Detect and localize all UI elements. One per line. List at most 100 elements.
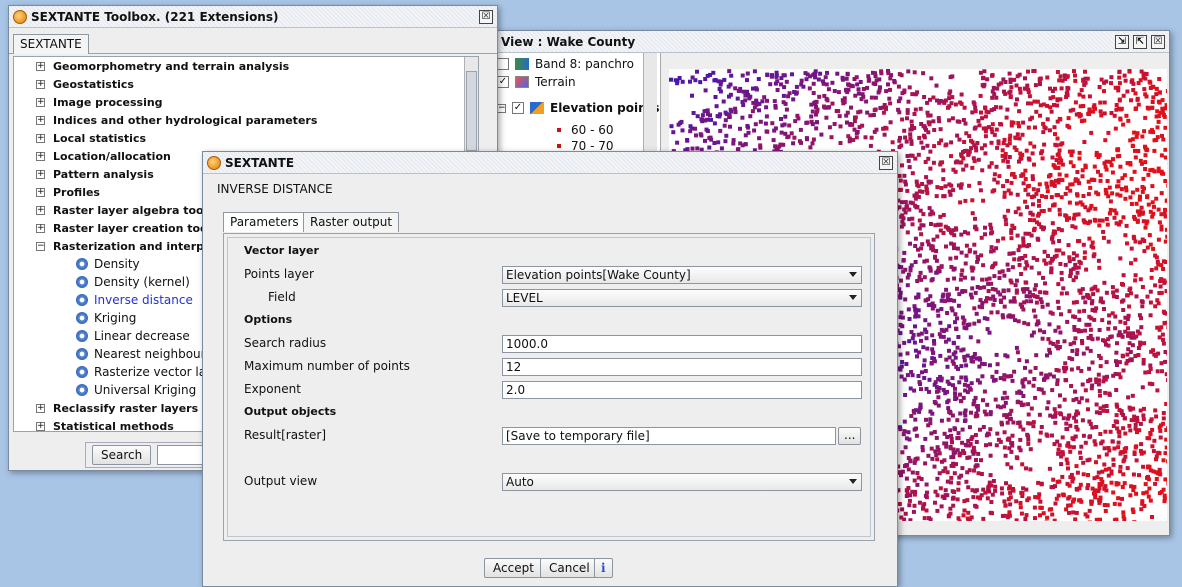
tab-raster-output[interactable]: Raster output — [303, 212, 400, 232]
elevation-point — [712, 141, 717, 145]
elevation-point — [1161, 458, 1166, 463]
plus-icon[interactable]: + — [36, 133, 45, 143]
layer-item-terrain[interactable]: ✓ Terrain — [497, 73, 576, 91]
elevation-point — [1114, 103, 1119, 107]
elevation-point — [745, 124, 750, 128]
elevation-point — [1107, 313, 1112, 318]
elevation-point — [709, 117, 713, 122]
browse-button[interactable]: ... — [838, 427, 862, 445]
elevation-point — [1162, 493, 1167, 498]
elevation-point — [771, 138, 776, 143]
layer-checkbox[interactable]: ✓ — [497, 76, 509, 88]
elevation-point — [1161, 411, 1166, 415]
layer-item-elevation-points[interactable]: − ✓ Elevation points — [497, 99, 660, 117]
elevation-point — [998, 376, 1003, 381]
plus-icon[interactable]: + — [36, 205, 45, 215]
points-layer-select[interactable]: Elevation points[Wake County] — [502, 266, 862, 284]
field-select[interactable]: LEVEL — [502, 289, 862, 307]
plus-icon[interactable]: + — [36, 223, 45, 233]
plus-icon[interactable]: + — [36, 115, 45, 125]
tree-group[interactable]: + Geomorphometry and terrain analysis — [14, 57, 478, 75]
elevation-point — [900, 360, 905, 364]
elevation-point — [907, 498, 912, 503]
tree-group[interactable]: + Image processing — [14, 93, 478, 111]
elevation-point — [1032, 377, 1037, 381]
elevation-point — [1043, 281, 1047, 286]
elevation-point — [1020, 132, 1025, 137]
elevation-point — [964, 243, 969, 248]
elevation-point — [1001, 141, 1006, 145]
elevation-point — [1140, 304, 1145, 309]
plus-icon[interactable]: + — [36, 79, 45, 89]
maximize-icon[interactable]: ⇱ — [1133, 34, 1147, 49]
cancel-button[interactable]: Cancel — [540, 558, 599, 578]
elevation-point — [703, 77, 708, 81]
plus-icon[interactable]: + — [36, 97, 45, 107]
elevation-point — [927, 265, 932, 270]
elevation-point — [922, 516, 927, 521]
minus-icon[interactable]: − — [36, 241, 45, 251]
layer-checkbox[interactable]: ✓ — [512, 102, 524, 114]
elevation-point — [969, 381, 974, 386]
elevation-point — [927, 377, 932, 382]
close-icon[interactable]: ☒ — [879, 155, 893, 170]
elevation-point — [931, 237, 936, 242]
elevation-point — [1002, 194, 1007, 199]
plus-icon[interactable]: + — [36, 151, 45, 161]
plus-icon[interactable]: + — [36, 169, 45, 179]
elevation-point — [1000, 491, 1005, 496]
elevation-point — [1157, 220, 1162, 225]
elevation-point — [1064, 75, 1069, 80]
info-button[interactable]: i — [594, 558, 613, 578]
close-icon[interactable]: ☒ — [1151, 34, 1165, 49]
tree-group[interactable]: + Geostatistics — [14, 75, 478, 93]
elevation-point — [909, 119, 914, 124]
elevation-point — [1024, 280, 1029, 285]
search-button[interactable]: Search — [92, 445, 152, 465]
scrollbar-thumb[interactable] — [466, 71, 477, 151]
elevation-point — [904, 463, 909, 468]
elevation-point — [978, 298, 983, 303]
layer-item-band8[interactable]: Band 8: panchro — [497, 55, 634, 73]
plus-icon[interactable]: + — [36, 187, 45, 197]
elevation-point — [1060, 474, 1065, 479]
toolbox-titlebar[interactable]: SEXTANTE Toolbox. (221 Extensions) ☒ — [9, 6, 497, 28]
tab-parameters[interactable]: Parameters — [223, 212, 306, 232]
elevation-point — [1085, 346, 1090, 351]
elevation-point — [923, 461, 928, 466]
dialog-titlebar[interactable]: SEXTANTE ☒ — [203, 152, 897, 174]
max-points-input[interactable]: 12 — [502, 358, 862, 376]
elevation-point — [1015, 390, 1020, 395]
elevation-point — [904, 476, 909, 481]
search-radius-input[interactable]: 1000.0 — [502, 335, 862, 353]
elevation-point — [1077, 92, 1082, 97]
exponent-input[interactable]: 2.0 — [502, 381, 862, 399]
elevation-point — [1036, 188, 1041, 193]
elevation-point — [994, 352, 999, 357]
minus-icon[interactable]: − — [497, 103, 506, 113]
close-icon[interactable]: ☒ — [479, 9, 493, 24]
elevation-point — [1117, 434, 1122, 439]
output-view-select[interactable]: Auto — [502, 473, 862, 491]
elevation-point — [1057, 443, 1062, 448]
elevation-point — [1166, 481, 1167, 486]
elevation-point — [740, 115, 745, 120]
plus-icon[interactable]: + — [36, 403, 45, 413]
elevation-point — [1051, 374, 1056, 379]
elevation-point — [1034, 353, 1039, 358]
elevation-point — [1023, 377, 1028, 382]
elevation-point — [1129, 98, 1133, 103]
tab-sextante[interactable]: SEXTANTE — [13, 34, 89, 54]
elevation-point — [779, 130, 784, 135]
elevation-point — [989, 127, 994, 132]
layer-checkbox[interactable] — [497, 58, 509, 70]
elevation-point — [1032, 228, 1036, 233]
tree-group[interactable]: + Indices and other hydrological paramete… — [14, 111, 478, 129]
plus-icon[interactable]: + — [36, 61, 45, 71]
view-titlebar[interactable]: View : Wake County ⇲ ⇱ ☒ — [493, 31, 1169, 53]
accept-button[interactable]: Accept — [484, 558, 543, 578]
plus-icon[interactable]: + — [36, 421, 45, 431]
result-output-input[interactable]: [Save to temporary file] — [502, 427, 836, 445]
tree-group[interactable]: + Local statistics — [14, 129, 478, 147]
minimize-icon[interactable]: ⇲ — [1115, 34, 1129, 49]
